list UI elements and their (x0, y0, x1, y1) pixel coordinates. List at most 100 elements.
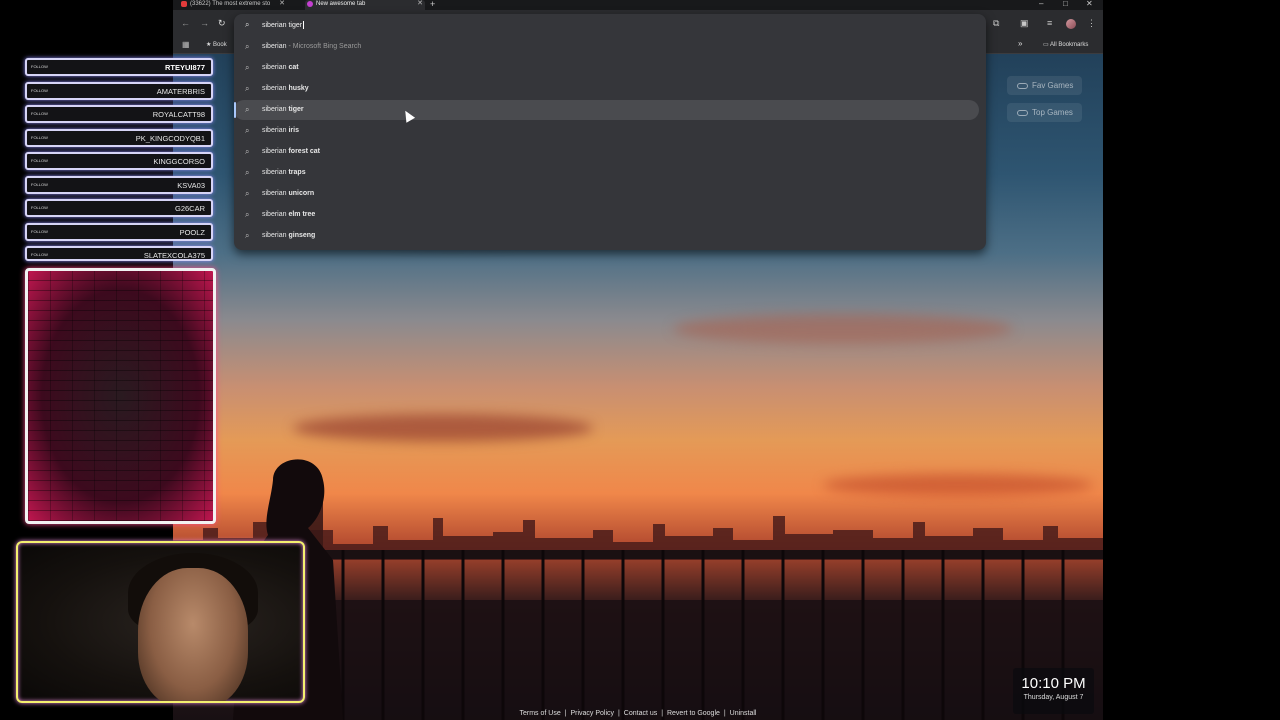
suggestion-completion: elm tree (288, 211, 316, 218)
text-caret (303, 21, 305, 29)
fav-games-label: Fav Games (1032, 81, 1074, 90)
footer-separator: | (618, 710, 620, 717)
footer-separator: | (564, 710, 567, 717)
apps-grid-icon[interactable]: ▦ (182, 40, 190, 49)
bookmark-item[interactable]: ★ Book (206, 41, 227, 48)
new-tab-favicon-icon (307, 1, 313, 7)
suggestion-completion: unicorn (288, 190, 315, 197)
follower-card: FOLLOW RTEYUI877 (25, 58, 213, 76)
tab-new-awesome-tab[interactable]: New awesome tab ✕ (305, 0, 425, 10)
follower-name: G26CAR (174, 204, 205, 213)
follower-name: SLATEXCOLA375 (143, 251, 205, 260)
fav-games-button[interactable]: Fav Games (1007, 76, 1082, 95)
close-window-button[interactable]: ✕ (1086, 0, 1093, 8)
follower-name: RTEYUI877 (164, 63, 205, 72)
follow-tag: FOLLOW (31, 135, 48, 140)
suggestion-item[interactable]: ⌕ siberian forest cat (234, 142, 986, 162)
follower-card: FOLLOW AMATERBRIS (25, 82, 213, 100)
follower-name: PK_KINGCODYQB1 (135, 134, 205, 143)
uninstall-link[interactable]: Uninstall (730, 710, 757, 717)
suggestion-completion: husky (288, 85, 309, 92)
follow-tag: FOLLOW (31, 252, 48, 257)
suggestion-completion: traps (288, 169, 306, 176)
contact-link[interactable]: Contact us (624, 710, 657, 717)
search-icon: ⌕ (245, 63, 250, 72)
suggestion-item[interactable]: ⌕ siberian - Microsoft Bing Search (234, 37, 986, 57)
suggestion-completion: cat (288, 64, 299, 71)
follow-tag: FOLLOW (31, 158, 48, 163)
forward-arrow-icon[interactable]: → (200, 18, 209, 28)
media-queue-icon[interactable]: ≡ (1047, 18, 1052, 28)
tab-title: (33622) The most extreme sto (190, 1, 271, 7)
suggestion-item[interactable]: ⌕ siberian ginseng (234, 226, 986, 246)
tab-youtube[interactable]: (33622) The most extreme sto ✕ (179, 0, 287, 10)
suggestion-base: siberian (262, 64, 289, 71)
follow-tag: FOLLOW (31, 229, 48, 234)
search-icon: ⌕ (245, 20, 250, 29)
tab-strip: (33622) The most extreme sto ✕ New aweso… (173, 0, 1103, 10)
follower-card: FOLLOW SLATEXCOLA375 (25, 246, 213, 261)
privacy-link[interactable]: Privacy Policy (570, 710, 614, 717)
address-bar-query: siberian tiger (262, 21, 303, 29)
terms-link[interactable]: Terms of Use (520, 710, 561, 717)
search-icon: ⌕ (245, 147, 250, 156)
search-icon: ⌕ (245, 105, 250, 114)
browser-window: (33622) The most extreme sto ✕ New aweso… (173, 0, 1103, 720)
follower-card: FOLLOW POOLZ (25, 223, 213, 241)
follower-name: AMATERBRIS (156, 87, 205, 96)
suggestion-item[interactable]: ⌕ siberian husky (234, 79, 986, 99)
suggestion-base: siberian (262, 43, 287, 50)
search-icon: ⌕ (245, 210, 250, 219)
reload-icon[interactable]: ↻ (218, 18, 226, 29)
maximize-button[interactable]: □ (1063, 0, 1068, 8)
tab-title: New awesome tab (316, 1, 366, 7)
top-games-button[interactable]: Top Games (1007, 103, 1082, 122)
address-bar-input[interactable]: ⌕ siberian tiger (234, 14, 986, 37)
top-games-label: Top Games (1032, 108, 1073, 117)
all-bookmarks-button[interactable]: ▭ All Bookmarks (1043, 41, 1088, 48)
follower-card: FOLLOW PK_KINGCODYQB1 (25, 129, 213, 147)
suggestion-base: siberian (262, 127, 289, 134)
back-arrow-icon[interactable]: ← (181, 18, 190, 28)
clock-time: 10:10 PM (1021, 675, 1086, 692)
suggestion-source: - Microsoft Bing Search (286, 43, 362, 50)
balcony-railing (323, 550, 1103, 720)
menu-kebab-icon[interactable]: ⋮ (1087, 18, 1096, 29)
follower-card: FOLLOW G26CAR (25, 199, 213, 217)
side-panel-icon[interactable]: ▣ (1020, 18, 1029, 29)
youtube-favicon-icon (181, 1, 187, 7)
bookmarks-overflow-chevron-icon[interactable]: » (1018, 39, 1022, 48)
follower-card: FOLLOW KINGGCORSO (25, 152, 213, 170)
revert-to-google-link[interactable]: Revert to Google (667, 710, 720, 717)
suggestion-item[interactable]: ⌕ siberian elm tree (234, 205, 986, 225)
search-icon: ⌕ (245, 126, 250, 135)
extension-icon[interactable]: ⧉ (993, 18, 999, 29)
new-tab-button[interactable]: + (430, 0, 435, 9)
profile-avatar[interactable] (1066, 19, 1076, 29)
suggestion-base: siberian (262, 169, 289, 176)
suggestion-item[interactable]: ⌕ siberian iris (234, 121, 986, 141)
suggestion-completion: tiger (288, 106, 304, 113)
suggestion-item-selected[interactable]: ⌕ siberian tiger (234, 100, 979, 120)
gamepad-icon (1017, 82, 1028, 89)
close-tab-icon[interactable]: ✕ (279, 0, 285, 8)
webcam-feed (16, 541, 305, 703)
suggestion-item[interactable]: ⌕ siberian traps (234, 163, 986, 183)
follower-card: FOLLOW KSVA03 (25, 176, 213, 194)
suggestion-completion: iris (288, 127, 299, 134)
suggestion-base: siberian (262, 232, 289, 239)
suggestion-item[interactable]: ⌕ siberian unicorn (234, 184, 986, 204)
close-tab-icon[interactable]: ✕ (417, 0, 423, 8)
suggestion-base: siberian (262, 211, 289, 218)
follow-tag: FOLLOW (31, 88, 48, 93)
follower-card: FOLLOW ROYALCATT98 (25, 105, 213, 123)
search-icon: ⌕ (245, 189, 250, 198)
suggestion-item[interactable]: ⌕ siberian cat (234, 58, 986, 78)
follower-name: ROYALCATT98 (152, 110, 205, 119)
search-icon: ⌕ (245, 42, 250, 51)
all-bookmarks-label: All Bookmarks (1050, 42, 1089, 48)
follow-tag: FOLLOW (31, 182, 48, 187)
minimize-button[interactable]: – (1039, 0, 1043, 8)
suggestion-base: siberian (262, 106, 289, 113)
footer-links: Terms of Use | Privacy Policy | Contact … (173, 710, 1103, 717)
